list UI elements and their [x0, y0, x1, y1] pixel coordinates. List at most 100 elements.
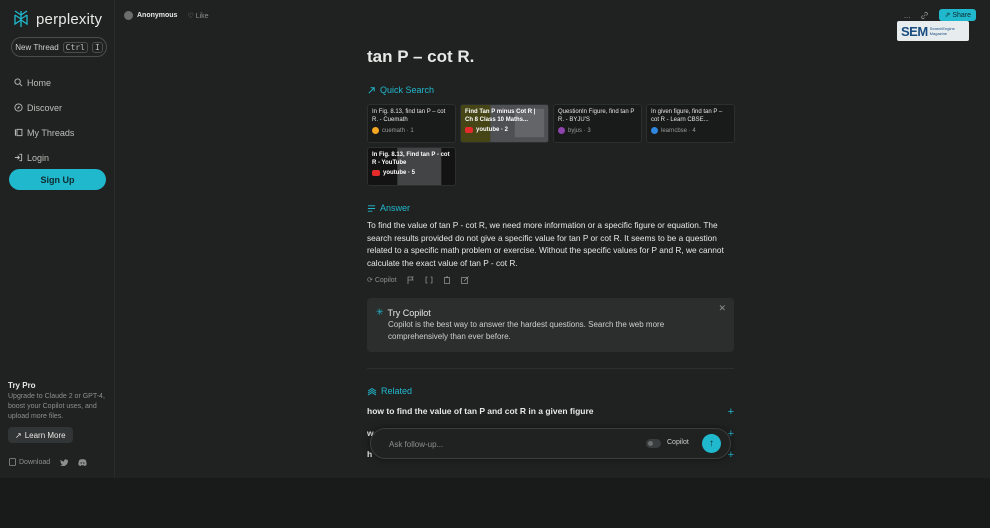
sidebar: perplexity New Thread Ctrl I Home Discov… — [0, 0, 115, 478]
app-window: perplexity New Thread Ctrl I Home Discov… — [0, 0, 990, 478]
source-meta: youtube · 2 — [465, 127, 544, 133]
try-copilot-description: Copilot is the best way to answer the ha… — [388, 320, 665, 341]
download-link[interactable]: Download — [9, 458, 50, 466]
close-icon[interactable]: ✕ — [718, 303, 726, 314]
avatar — [124, 11, 133, 20]
learn-more-button[interactable]: ↗ Learn More — [8, 427, 73, 443]
copilot-asterisk-icon: ✳ — [376, 307, 384, 317]
related-item[interactable]: how to find the value of tan P and cot R… — [367, 406, 734, 418]
plus-icon: + — [727, 406, 734, 418]
like-label: Like — [195, 12, 209, 20]
source-card[interactable]: In Fig. 8.13, find tan P – cot R. - Cuem… — [367, 104, 456, 143]
youtube-icon — [372, 170, 380, 176]
logo-text: perplexity — [36, 10, 103, 28]
related-heading: Related — [367, 386, 412, 396]
logo[interactable]: perplexity — [11, 9, 102, 29]
shortcut-ctrl: Ctrl — [62, 41, 88, 53]
youtube-icon — [465, 127, 473, 133]
source-title: In given figure, find tan P – cot R - Le… — [651, 109, 723, 123]
source-meta: byjus · 3 — [558, 127, 637, 134]
sign-up-button[interactable]: Sign Up — [9, 169, 106, 190]
flag-icon[interactable] — [407, 276, 415, 284]
divider — [367, 368, 734, 369]
sidebar-item-label: Home — [27, 77, 52, 88]
copilot-toggle[interactable] — [646, 439, 661, 448]
learn-more-label: Learn More — [24, 430, 66, 440]
page-background — [0, 478, 990, 528]
try-copilot-card: ✳ Try Copilot Copilot is the best way to… — [367, 298, 734, 352]
source-card[interactable]: In Fig. 8.13, Find tan P - cot R - YouTu… — [367, 147, 456, 186]
follow-up-bar: Copilot ↑ — [370, 428, 731, 459]
arrow-up-icon: ↑ — [709, 438, 714, 449]
arrow-up-right-icon: ↗ — [15, 430, 22, 440]
shortcut-i: I — [91, 41, 103, 53]
sidebar-item-discover[interactable]: Discover — [14, 95, 74, 120]
clipboard-icon[interactable] — [443, 276, 451, 284]
sem-watermark-logo: SEM SearchEngine Magazine — [897, 21, 969, 41]
sidebar-item-label: Discover — [27, 102, 63, 113]
cuemath-favicon-icon — [372, 127, 379, 134]
share-icon: ⇗ — [944, 12, 951, 19]
quick-search-heading: Quick Search — [367, 85, 434, 95]
source-title: In Fig. 8.13, Find tan P - cot R - YouTu… — [372, 152, 450, 166]
try-copilot-title: ✳ Try Copilot — [376, 307, 431, 318]
sidebar-item-label: My Threads — [27, 127, 75, 138]
library-icon — [14, 128, 23, 137]
answer-lines-icon — [367, 204, 376, 212]
discord-icon[interactable] — [78, 458, 87, 466]
twitter-icon[interactable] — [60, 458, 69, 466]
source-meta: cuemath · 1 — [372, 127, 451, 134]
related-question: how to find the value of tan P and cot R… — [367, 406, 594, 416]
sidebar-nav: Home Discover My Threads Login — [14, 70, 74, 170]
try-pro-text: Upgrade to Claude 2 or GPT-4, boost your… — [8, 393, 105, 420]
try-pro-title: Try Pro — [8, 381, 36, 390]
source-title: In Fig. 8.13, find tan P – cot R. - Cuem… — [372, 109, 446, 123]
sidebar-footer: Download — [9, 458, 87, 466]
like-button[interactable]: ♡ Like — [187, 12, 208, 20]
more-options-button[interactable]: ... — [904, 11, 911, 20]
source-card[interactable]: QuestionIn Figure, find tan P R. - BYJU'… — [553, 104, 642, 143]
learncbse-favicon-icon — [651, 127, 658, 134]
follow-up-input[interactable] — [389, 438, 609, 450]
edit-icon[interactable] — [460, 276, 469, 284]
sidebar-item-label: Login — [27, 152, 50, 163]
answer-toolbar: ⟳ Copilot — [367, 276, 469, 284]
sem-watermark-big: SEM — [901, 23, 928, 39]
refresh-icon: ⟳ — [367, 277, 373, 284]
try-pro-panel: Try Pro Upgrade to Claude 2 or GPT-4, bo… — [8, 381, 110, 443]
new-thread-label: New Thread — [15, 42, 59, 52]
byjus-favicon-icon — [558, 127, 565, 134]
search-icon — [14, 78, 23, 87]
answer-text: To find the value of tan P - cot R, we n… — [367, 220, 724, 269]
quick-search-icon — [368, 86, 375, 94]
new-thread-button[interactable]: New Thread Ctrl I — [11, 37, 107, 57]
brackets-icon[interactable] — [425, 276, 433, 284]
source-card[interactable]: In given figure, find tan P – cot R - Le… — [646, 104, 735, 143]
sidebar-item-home[interactable]: Home — [14, 70, 74, 95]
share-button[interactable]: ⇗ Share — [939, 9, 976, 21]
share-label: Share — [952, 12, 971, 19]
source-meta: youtube · 5 — [372, 170, 451, 176]
sidebar-item-my-threads[interactable]: My Threads — [14, 120, 74, 145]
top-actions: ... ⇗ Share — [904, 9, 976, 21]
source-meta: learncbse · 4 — [651, 127, 730, 134]
thread-author: Anonymous ♡ Like — [124, 11, 209, 20]
sem-watermark-small: SearchEngine Magazine — [929, 26, 955, 36]
thread-main: tan P – cot R. Quick Search In Fig. 8.13… — [367, 0, 735, 478]
source-title: QuestionIn Figure, find tan P R. - BYJU'… — [558, 109, 635, 123]
page-title: tan P – cot R. — [367, 47, 475, 66]
perplexity-logo-icon — [14, 10, 28, 27]
sidebar-item-login[interactable]: Login — [14, 145, 74, 170]
link-icon[interactable] — [920, 11, 929, 20]
source-card[interactable]: Find Tan P minus Cot R | Ch 8 Class 10 M… — [460, 104, 549, 143]
answer-heading: Answer — [367, 203, 410, 213]
copilot-toggle-label: Copilot — [667, 439, 689, 446]
source-title: Find Tan P minus Cot R | Ch 8 Class 10 M… — [465, 109, 536, 123]
compass-icon — [14, 103, 23, 112]
copilot-rewrite-button[interactable]: ⟳ Copilot — [367, 276, 397, 284]
download-icon — [9, 458, 16, 466]
submit-button[interactable]: ↑ — [702, 434, 721, 453]
download-label: Download — [19, 458, 51, 466]
related-layers-icon — [367, 387, 377, 395]
author-name: Anonymous — [137, 12, 178, 19]
